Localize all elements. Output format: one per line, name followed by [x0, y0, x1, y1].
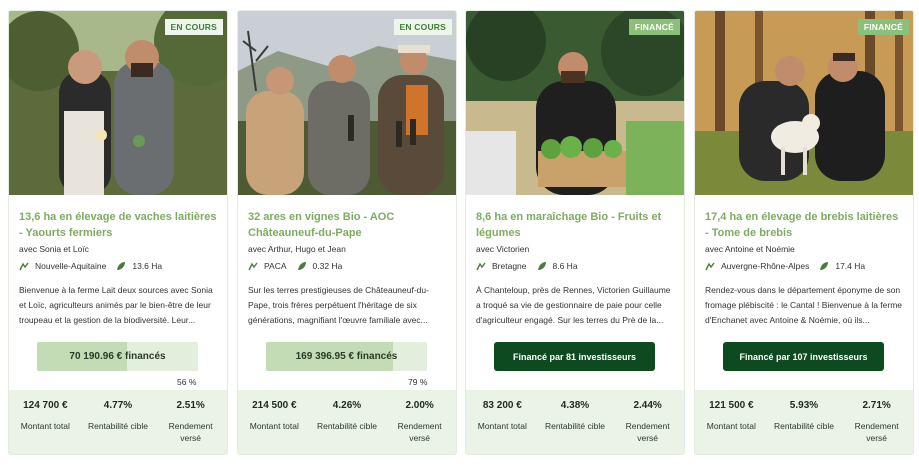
stat-target-value: 5.93% [789, 400, 819, 411]
stat-paid-value: 2.71% [862, 400, 891, 411]
project-area: 17.4 Ha [835, 261, 866, 271]
stat-amount-value: 121 500 € [709, 400, 754, 411]
stat-paid: 2.71% Rendement versé [844, 400, 910, 454]
stat-amount: 83 200 € Montant total [469, 400, 535, 454]
stat-target-label: Rentabilité cible [544, 421, 605, 431]
stat-target: 4.26% Rentabilité cible [314, 400, 380, 454]
funding-amount: 169 396.95 € financés [295, 351, 398, 362]
project-region: Bretagne [492, 261, 527, 271]
stat-amount-value: 83 200 € [482, 400, 522, 411]
stat-paid-value: 2.00% [405, 400, 434, 411]
project-card[interactable]: EN COURS 32 ares en vignes Bio - AOC Châ… [237, 10, 457, 455]
stat-target-value: 4.26% [332, 400, 362, 411]
project-title[interactable]: 8,6 ha en maraîchage Bio - Fruits et lég… [476, 209, 674, 241]
stat-paid-value: 2.51% [176, 400, 205, 411]
stat-amount-label: Montant total [249, 421, 299, 431]
funding-amount: 70 190.96 € financés [69, 351, 166, 362]
project-region: PACA [264, 261, 287, 271]
project-stats: 83 200 € Montant total 4.38% Rentabilité… [466, 390, 684, 454]
project-area: 13.6 Ha [132, 261, 163, 271]
status-badge: FINANCÉ [628, 19, 680, 35]
project-farmers: avec Antoine et Noémie [705, 244, 795, 254]
project-title[interactable]: 13,6 ha en élevage de vaches laitières -… [19, 209, 217, 241]
location-icon [19, 262, 29, 271]
stat-paid: 2.44% Rendement versé [615, 400, 681, 454]
project-farmers: avec Arthur, Hugo et Jean [248, 244, 346, 254]
project-title[interactable]: 17,4 ha en élevage de brebis laitières -… [705, 209, 903, 241]
project-stats: 214 500 € Montant total 4.26% Rentabilit… [238, 390, 456, 454]
project-farmers: avec Victorien [476, 244, 530, 254]
stat-amount-value: 124 700 € [23, 400, 68, 411]
stat-paid-label: Rendement versé [168, 421, 213, 443]
stat-target-label: Rentabilité cible [316, 421, 377, 431]
stat-paid-label: Rendement versé [854, 421, 899, 443]
stat-amount: 214 500 € Montant total [241, 400, 307, 454]
project-area: 0.32 Ha [312, 261, 343, 271]
project-area: 8.6 Ha [552, 261, 578, 271]
stat-amount: 124 700 € Montant total [12, 400, 78, 454]
project-region: Nouvelle-Aquitaine [35, 261, 107, 271]
stat-target-label: Rentabilité cible [87, 421, 148, 431]
project-card[interactable]: FINANCÉ 8,6 ha en maraîchage Bio - Fruit… [465, 10, 685, 455]
location-icon [705, 262, 715, 271]
stat-paid: 2.00% Rendement versé [387, 400, 453, 454]
stat-amount-label: Montant total [706, 421, 756, 431]
stat-amount-value: 214 500 € [252, 400, 297, 411]
project-stats: 121 500 € Montant total 5.93% Rentabilit… [695, 390, 913, 454]
leaf-icon [297, 262, 306, 270]
location-icon [476, 262, 486, 271]
stat-amount: 121 500 € Montant total [698, 400, 764, 454]
stat-target-value: 4.77% [103, 400, 133, 411]
investors-button[interactable]: Financé par 107 investisseurs [723, 342, 884, 371]
funding-progress: 70 190.96 € financés [37, 342, 198, 371]
stat-target: 4.77% Rentabilité cible [85, 400, 151, 454]
project-photo[interactable]: EN COURS [238, 11, 456, 195]
stat-paid-label: Rendement versé [625, 421, 670, 443]
leaf-icon [117, 262, 126, 270]
funding-percent: 56 % [177, 377, 197, 387]
project-description: À Chanteloup, près de Rennes, Victorien … [476, 285, 671, 325]
project-farmers: avec Sonia et Loïc [19, 244, 89, 254]
stat-target-label: Rentabilité cible [773, 421, 834, 431]
project-card[interactable]: EN COURS 13,6 ha en élevage de vaches la… [8, 10, 228, 455]
status-badge: EN COURS [393, 19, 452, 35]
funding-progress: 169 396.95 € financés [266, 342, 427, 371]
project-card[interactable]: FINANCÉ 17,4 ha en élevage de brebis lai… [694, 10, 914, 455]
project-region: Auvergne-Rhône-Alpes [721, 261, 810, 271]
stat-paid-label: Rendement versé [397, 421, 442, 443]
location-icon [248, 262, 258, 271]
leaf-icon [820, 262, 829, 270]
project-description: Sur les terres prestigieuses de Châteaun… [248, 285, 429, 325]
leaf-icon [537, 262, 546, 270]
stat-paid: 2.51% Rendement versé [158, 400, 224, 454]
status-badge: EN COURS [164, 19, 223, 35]
stat-target-value: 4.38% [560, 400, 590, 411]
project-photo[interactable]: FINANCÉ [695, 11, 913, 195]
status-badge: FINANCÉ [857, 19, 909, 35]
project-description: Bienvenue à la ferme Lait deux sources a… [19, 285, 213, 325]
project-cards: EN COURS 13,6 ha en élevage de vaches la… [0, 0, 919, 468]
stat-amount-label: Montant total [20, 421, 70, 431]
project-photo[interactable]: EN COURS [9, 11, 227, 195]
stat-target: 4.38% Rentabilité cible [542, 400, 608, 454]
stat-target: 5.93% Rentabilité cible [771, 400, 837, 454]
project-description: Rendez-vous dans le département éponyme … [705, 285, 903, 325]
project-photo[interactable]: FINANCÉ [466, 11, 684, 195]
stat-paid-value: 2.44% [633, 400, 662, 411]
funding-percent: 79 % [408, 377, 428, 387]
stat-amount-label: Montant total [477, 421, 527, 431]
project-stats: 124 700 € Montant total 4.77% Rentabilit… [9, 390, 227, 454]
project-title[interactable]: 32 ares en vignes Bio - AOC Châteauneuf-… [248, 209, 446, 241]
investors-button[interactable]: Financé par 81 investisseurs [494, 342, 655, 371]
